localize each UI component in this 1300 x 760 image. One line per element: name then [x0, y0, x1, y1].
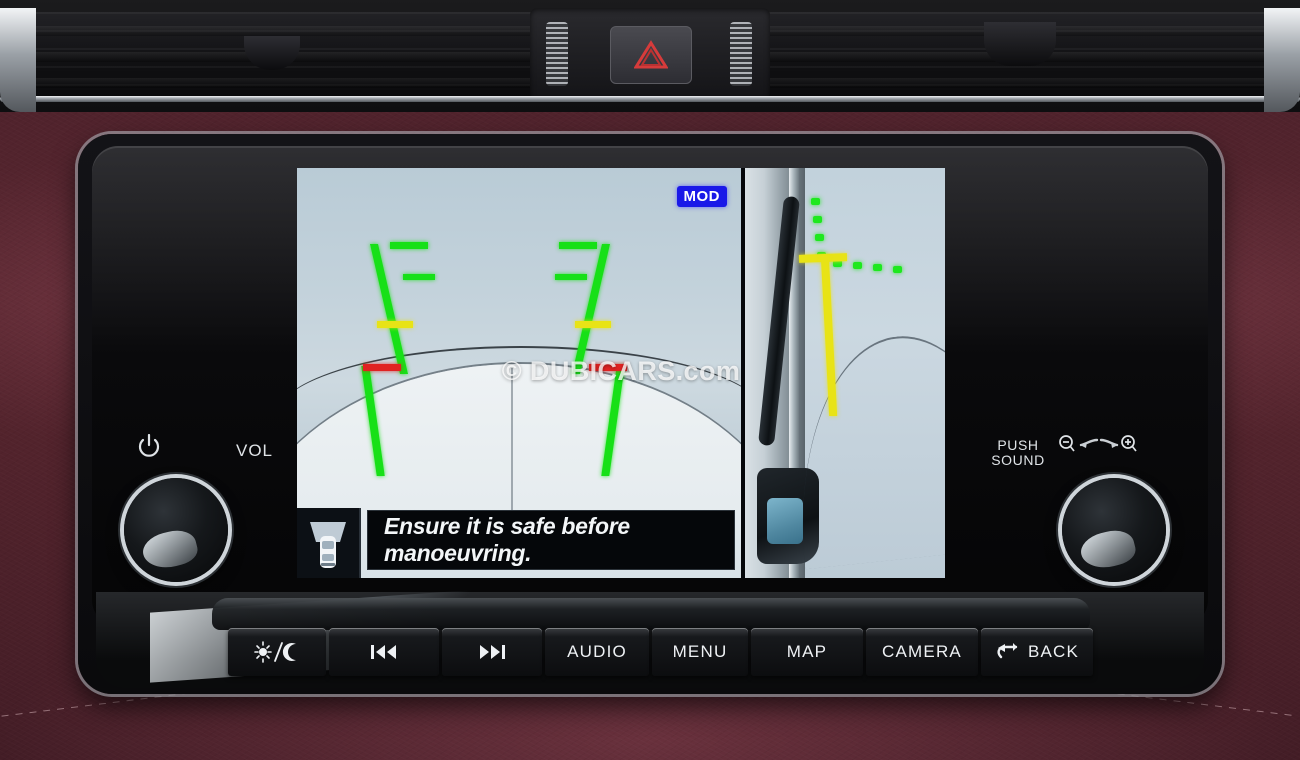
button-map[interactable]: MAP — [751, 628, 863, 676]
side-guide-dot — [811, 198, 820, 205]
push-sound-label: PUSH SOUND — [988, 438, 1048, 468]
chrome-edge-left — [0, 8, 36, 112]
next-track-icon — [478, 643, 506, 661]
side-guide-dot — [813, 216, 822, 223]
rear-camera-car-icon — [297, 508, 361, 578]
tune-zoom-knob[interactable] — [1062, 478, 1166, 582]
side-guide-yellow-vertical — [820, 256, 838, 416]
sun-moon-icon — [254, 641, 300, 663]
warning-message: Ensure it is safe before manoeuvring. — [367, 510, 735, 570]
button-previous-track[interactable] — [329, 628, 439, 676]
side-mirror-glass — [767, 498, 803, 544]
button-day-night[interactable] — [228, 628, 326, 676]
vent-fin-left — [546, 22, 568, 86]
side-camera-view[interactable] — [745, 168, 945, 578]
guide-marker-right-green-far — [559, 242, 597, 249]
hazard-light-button[interactable] — [610, 26, 692, 84]
button-bar-backing — [212, 598, 1090, 630]
button-label: CAMERA — [882, 642, 962, 661]
guide-marker-right-red — [589, 364, 627, 371]
dash-top-panel — [0, 0, 1300, 112]
zoom-arrows-icon — [1079, 438, 1119, 448]
button-next-track[interactable] — [442, 628, 542, 676]
ground-arc-line — [782, 324, 945, 570]
button-label: AUDIO — [567, 642, 627, 661]
chrome-edge-right — [1264, 8, 1300, 112]
mod-badge: MOD — [676, 186, 727, 208]
floor-seam-line — [511, 368, 513, 518]
power-icon[interactable] — [138, 434, 160, 458]
zoom-in-icon[interactable] — [1120, 434, 1138, 452]
previous-track-icon — [370, 643, 398, 661]
push-sound-line1: PUSH — [997, 437, 1039, 453]
chrome-accent-strip — [0, 96, 1300, 102]
side-guide-dot — [853, 262, 862, 269]
zoom-out-icon[interactable] — [1058, 434, 1076, 452]
vent-knob-right[interactable] — [984, 22, 1056, 66]
button-camera[interactable]: CAMERA — [866, 628, 978, 676]
guide-line-left-upper — [369, 244, 409, 374]
warning-bar: Ensure it is safe before manoeuvring. — [297, 508, 741, 578]
guide-marker-left-green-far — [390, 242, 428, 249]
side-guide-dot — [893, 266, 902, 273]
button-menu[interactable]: MENU — [652, 628, 748, 676]
guide-marker-right-green-mid — [555, 274, 587, 280]
volume-knob[interactable] — [124, 478, 228, 582]
volume-label: VOL — [236, 441, 274, 460]
guide-marker-left-yellow — [377, 321, 413, 328]
button-label: BACK — [1027, 642, 1080, 661]
hazard-triangle-icon — [634, 40, 668, 69]
vent-fin-right — [730, 22, 752, 86]
button-audio[interactable]: AUDIO — [545, 628, 649, 676]
push-sound-line2: SOUND — [991, 452, 1045, 468]
hazard-vent-pod — [530, 8, 770, 100]
back-arrow-icon — [995, 642, 1021, 662]
guide-marker-left-red — [363, 364, 401, 371]
button-back[interactable]: BACK — [981, 628, 1093, 676]
hard-button-row: AUDIO MENU MAP CAMERA BACK — [228, 628, 1093, 676]
dashboard-scene: MOD © DUBICARS.com Ensure it is safe bef… — [0, 0, 1300, 760]
guide-marker-right-yellow — [575, 321, 611, 328]
side-guide-dot — [815, 234, 824, 241]
guide-marker-left-green-mid — [403, 274, 435, 280]
lcd-display[interactable]: MOD © DUBICARS.com Ensure it is safe bef… — [297, 168, 945, 578]
button-label: MAP — [786, 642, 828, 661]
side-guide-dot — [873, 264, 882, 271]
button-label: MENU — [672, 642, 728, 661]
